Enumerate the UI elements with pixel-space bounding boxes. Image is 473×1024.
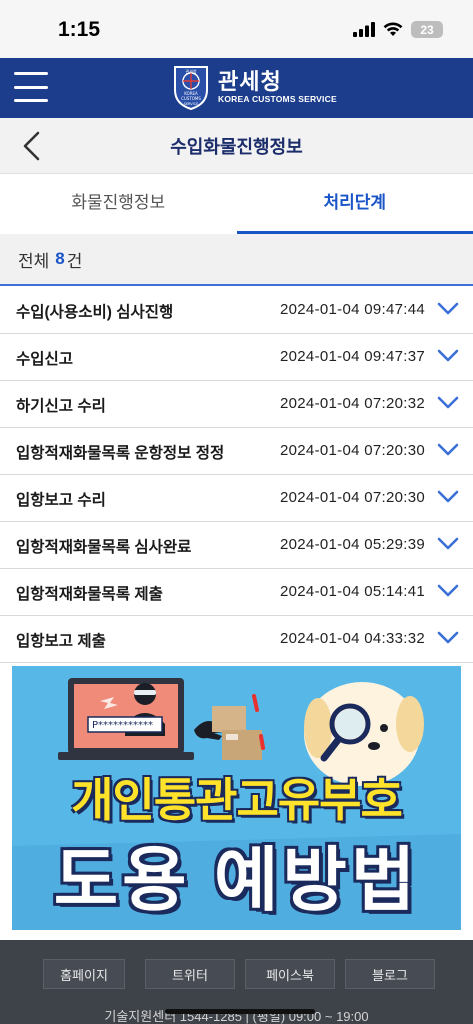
step-time: 2024-01-04 04:33:32 [280,630,425,647]
page-title-bar: 수입화물진행정보 [0,118,473,174]
signal-icon [353,22,375,37]
chevron-down-icon[interactable] [437,442,459,458]
tab-processing-steps[interactable]: 처리단계 [236,175,473,234]
wifi-icon [383,22,403,36]
chevron-down-icon[interactable] [437,489,459,505]
step-time: 2024-01-04 07:20:30 [280,489,425,506]
site-header: KOREA CUSTOMS SERVICE 관세청 관세청 KOREA CUST… [0,58,473,118]
footer-link-facebook[interactable]: 페이스북 [245,959,335,989]
processing-steps-list: 수입(사용소비) 심사진행 2024-01-04 09:47:44 수입신고 2… [0,287,473,663]
battery-indicator: 23 [411,21,443,38]
password-field: P*********** [87,716,163,733]
count-number: 8 [55,249,65,268]
chevron-down-icon[interactable] [437,395,459,411]
menu-bar [14,85,48,89]
step-name: 입항보고 수리 [16,492,106,509]
step-time: 2024-01-04 09:47:44 [280,301,425,318]
chevron-down-icon[interactable] [437,536,459,552]
step-name: 입항보고 제출 [16,633,106,650]
list-item[interactable]: 입항보고 제출 2024-01-04 04:33:32 [0,616,473,663]
list-item[interactable]: 수입(사용소비) 심사진행 2024-01-04 09:47:44 [0,287,473,334]
step-time: 2024-01-04 05:29:39 [280,536,425,553]
tab-bar: 화물진행정보 처리단계 [0,175,473,234]
status-icons: 23 [353,21,443,38]
menu-bar [14,72,48,75]
promo-banner[interactable]: P*********** 개인통관고유부호 도용 예방법 [12,666,461,930]
total-count-bar: 전체 8 건 [0,234,473,286]
list-item[interactable]: 입항적재화물목록 제출 2024-01-04 05:14:41 [0,569,473,616]
banner-subheadline: 도용 예방법 [53,841,420,919]
list-item[interactable]: 입항보고 수리 2024-01-04 07:20:30 [0,475,473,522]
status-bar: 1:15 23 [0,0,473,58]
chevron-down-icon[interactable] [437,630,459,646]
menu-bar [14,99,48,102]
count-suffix: 건 [66,251,83,271]
step-name: 입항적재화물목록 제출 [16,586,163,603]
menu-button[interactable] [14,72,48,102]
step-time: 2024-01-04 09:47:37 [280,348,425,365]
emblem-text: 관세청 [185,68,196,74]
footer-link-homepage[interactable]: 홈페이지 [43,959,125,989]
chevron-down-icon[interactable] [437,348,459,364]
emblem-sub2: CUSTOMS [181,96,201,101]
step-name: 하기신고 수리 [16,398,106,415]
list-item[interactable]: 하기신고 수리 2024-01-04 07:20:32 [0,381,473,428]
step-name: 수입(사용소비) 심사진행 [16,304,174,321]
emblem-sub3: SERVICE [184,102,199,106]
status-time: 1:15 [58,18,101,41]
list-item[interactable]: 입항적재화물목록 심사완료 2024-01-04 05:29:39 [0,522,473,569]
footer-links: 홈페이지 트위터 페이스북 블로그 [43,959,435,989]
step-name: 입항적재화물목록 심사완료 [16,539,192,556]
step-time: 2024-01-04 05:14:41 [280,583,425,600]
list-item[interactable]: 수입신고 2024-01-04 09:47:37 [0,334,473,381]
customs-logo[interactable]: KOREA CUSTOMS SERVICE 관세청 관세청 KOREA CUST… [172,64,337,110]
count-prefix: 전체 [18,251,50,271]
customs-emblem-icon: KOREA CUSTOMS SERVICE 관세청 [174,66,208,110]
footer-link-blog[interactable]: 블로그 [345,959,435,989]
logo-title-kr: 관세청 [218,69,282,94]
step-time: 2024-01-04 07:20:30 [280,442,425,459]
list-item[interactable]: 입항적재화물목록 운항정보 정정 2024-01-04 07:20:30 [0,428,473,475]
step-name: 수입신고 [16,351,74,368]
page-title: 수입화물진행정보 [170,137,303,157]
home-indicator[interactable] [165,1009,315,1014]
step-time: 2024-01-04 07:20:32 [280,395,425,412]
banner-headline: 개인통관고유부호 [71,774,403,826]
chevron-down-icon[interactable] [437,583,459,599]
footer-link-twitter[interactable]: 트위터 [145,959,235,989]
step-name: 입항적재화물목록 운항정보 정정 [16,445,225,462]
logo-title-en: KOREA CUSTOMS SERVICE [218,94,337,104]
password-text: P*********** [92,720,153,731]
tab-cargo-progress[interactable]: 화물진행정보 [0,175,237,234]
chevron-down-icon[interactable] [437,301,459,317]
logo-text: 관세청 KOREA CUSTOMS SERVICE [218,69,337,105]
